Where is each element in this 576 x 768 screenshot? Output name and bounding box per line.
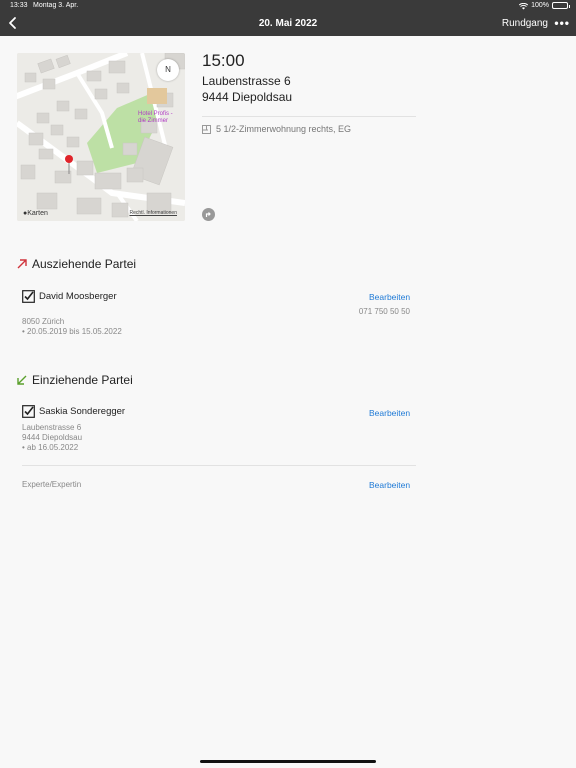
- arrow-down-left-icon: [17, 375, 27, 385]
- map-attribution: ●Karten: [23, 210, 48, 217]
- compass-north-label: N: [165, 65, 171, 74]
- outgoing-section-title: Ausziehende Partei: [17, 257, 136, 271]
- map-poi-label: Hotel Profis - die Zimmer: [138, 111, 173, 125]
- home-indicator[interactable]: [200, 760, 376, 763]
- outgoing-address: 8050 Zürich: [22, 317, 65, 326]
- arrow-up-right-icon: [17, 259, 27, 269]
- outgoing-phone[interactable]: 071 750 50 50: [359, 307, 410, 316]
- outgoing-details: 8050 Zürich • 20.05.2019 bis 15.05.2022: [22, 317, 122, 337]
- apartment-row: 5 1/2-Zimmerwohnung rechts, EG: [202, 124, 351, 134]
- outgoing-edit-button[interactable]: Bearbeiten: [369, 292, 410, 302]
- status-date: Montag 3. Apr.: [33, 2, 79, 9]
- incoming-person-name: Saskia Sonderegger: [39, 406, 126, 417]
- incoming-section-title: Einziehende Partei: [17, 373, 133, 387]
- incoming-since: • ab 16.05.2022: [22, 443, 79, 452]
- incoming-street: Laubenstrasse 6: [22, 423, 82, 432]
- map-poi-line2: die Zimmer: [138, 118, 169, 124]
- outgoing-person-name: David Moosberger: [39, 291, 117, 302]
- more-options-button[interactable]: •••: [554, 16, 570, 30]
- status-time: 13:33: [10, 2, 28, 9]
- rundgang-button[interactable]: Rundgang: [502, 18, 548, 29]
- compass-button[interactable]: N: [157, 59, 179, 81]
- wifi-icon: [519, 2, 529, 9]
- appointment-street: Laubenstrasse 6: [202, 74, 291, 88]
- divider: [22, 465, 416, 466]
- expert-edit-button[interactable]: Bearbeiten: [369, 480, 410, 490]
- battery-percent: 100%: [531, 2, 549, 9]
- battery-icon: [552, 2, 570, 9]
- incoming-city: 9444 Diepoldsau: [22, 433, 83, 442]
- incoming-person[interactable]: Saskia Sonderegger: [22, 405, 125, 418]
- checkbox-checked-icon[interactable]: [22, 290, 35, 303]
- incoming-edit-button[interactable]: Bearbeiten: [369, 408, 410, 418]
- page-title: 20. Mai 2022: [258, 18, 318, 29]
- expert-label: Experte/Expertin: [22, 480, 82, 489]
- outgoing-person[interactable]: David Moosberger: [22, 290, 117, 303]
- location-map[interactable]: N Hotel Profis - die Zimmer ●Karten Rech…: [17, 53, 185, 221]
- divider: [202, 116, 416, 117]
- status-bar: 13:33 Montag 3. Apr. 100%: [0, 0, 576, 12]
- map-legal-link[interactable]: Rechtl. Informationen: [129, 210, 177, 216]
- outgoing-period: • 20.05.2019 bis 15.05.2022: [22, 327, 122, 336]
- checkbox-checked-icon[interactable]: [22, 405, 35, 418]
- incoming-details: Laubenstrasse 6 9444 Diepoldsau • ab 16.…: [22, 423, 82, 453]
- navigation-bar: 20. Mai 2022 Rundgang •••: [0, 12, 576, 36]
- directions-icon[interactable]: [202, 208, 215, 221]
- incoming-title-label: Einziehende Partei: [32, 373, 133, 387]
- appointment-city: 9444 Diepoldsau: [202, 90, 293, 104]
- map-poi-line1: Hotel Profis -: [138, 111, 173, 117]
- apartment-label: 5 1/2-Zimmerwohnung rechts, EG: [216, 124, 352, 134]
- map-pin-icon: [64, 154, 74, 176]
- appointment-time: 15:00: [202, 51, 245, 70]
- status-right: 100%: [519, 2, 570, 9]
- floorplan-icon: [202, 124, 211, 134]
- outgoing-title-label: Ausziehende Partei: [32, 257, 137, 271]
